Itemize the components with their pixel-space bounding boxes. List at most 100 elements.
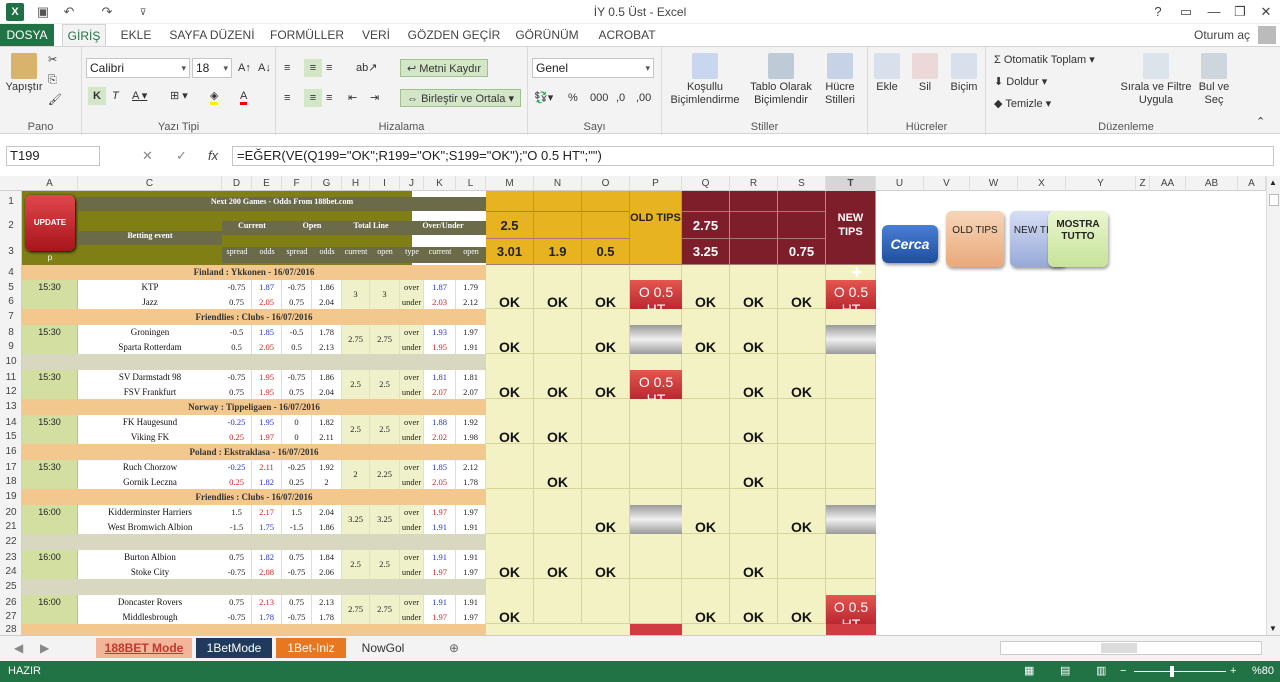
tab-data[interactable]: VERİ (356, 24, 396, 46)
row-header[interactable]: 5 (0, 280, 22, 295)
font-name-combo[interactable]: Calibri (86, 58, 190, 78)
zoom-slider[interactable] (1134, 671, 1226, 672)
scroll-thumb[interactable] (1269, 194, 1279, 206)
merge-center-button[interactable]: ⇔ Birleştir ve Ortala ▾ (400, 89, 521, 107)
maximize-icon[interactable]: ❐ (1226, 2, 1254, 22)
align-top-icon[interactable]: ≡ (284, 59, 290, 77)
fill-button[interactable]: ⬇ Doldur ▾ (994, 73, 1047, 91)
cell-styles-button[interactable]: Hücre Stilleri (814, 53, 866, 107)
row-header[interactable]: 11 (0, 370, 22, 385)
align-left-icon[interactable]: ≡ (284, 89, 290, 107)
fill-color-icon[interactable]: ◈ (210, 87, 219, 105)
update-button[interactable]: UPDATE (25, 195, 75, 251)
paste-button[interactable]: Yapıştır (4, 53, 44, 94)
mostra-tutto-button[interactable]: MOSTRA TUTTO (1048, 211, 1108, 267)
column-header[interactable]: P (630, 176, 682, 191)
font-size-combo[interactable]: 18 (192, 58, 232, 78)
align-right-icon[interactable]: ≡ (326, 89, 332, 107)
row-header[interactable]: 1 (0, 191, 22, 212)
collapse-ribbon-icon[interactable]: ⌃ (1256, 113, 1265, 131)
next-sheet-icon[interactable]: ▶ (40, 638, 49, 658)
font-color-icon[interactable]: A (240, 87, 248, 105)
vertical-scrollbar[interactable]: ▲ ▼ (1266, 176, 1280, 635)
tab-view[interactable]: GÖRÜNÜM (510, 24, 584, 46)
minimize-icon[interactable]: — (1200, 2, 1228, 22)
row-header[interactable]: 17 (0, 460, 22, 475)
shrink-font-icon[interactable]: A↓ (258, 59, 271, 77)
user-avatar-icon[interactable] (1258, 26, 1276, 44)
clear-button[interactable]: ◆ Temizle ▾ (994, 95, 1051, 113)
prev-sheet-icon[interactable]: ◀ (14, 638, 23, 658)
currency-icon[interactable]: 💱▾ (534, 89, 553, 107)
column-header[interactable]: R (730, 176, 778, 191)
normal-view-icon[interactable]: ▦ (1024, 661, 1034, 682)
column-header[interactable]: Y (1066, 176, 1136, 191)
column-header[interactable]: A (1238, 176, 1266, 191)
decrease-decimal-icon[interactable]: ,00 (636, 89, 651, 107)
column-header[interactable]: V (924, 176, 970, 191)
scroll-up-icon[interactable]: ▲ (1269, 178, 1277, 187)
row-header[interactable]: 6 (0, 295, 22, 309)
row-header[interactable]: 15 (0, 430, 22, 444)
tab-review[interactable]: GÖZDEN GEÇİR (404, 24, 504, 46)
increase-indent-icon[interactable]: ⇥ (370, 89, 379, 107)
column-header[interactable]: J (400, 176, 424, 191)
row-header[interactable]: 3 (0, 239, 22, 265)
column-header[interactable]: AB (1186, 176, 1238, 191)
row-header[interactable]: 24 (0, 565, 22, 579)
row-header[interactable]: 9 (0, 340, 22, 354)
tab-page-layout[interactable]: SAYFA DÜZENİ (166, 24, 258, 46)
column-header[interactable]: O (582, 176, 630, 191)
comma-icon[interactable]: 000 (590, 89, 608, 107)
cancel-formula-icon[interactable]: ✕ (142, 148, 153, 164)
bold-icon[interactable]: K (88, 87, 106, 105)
tab-formulas[interactable]: FORMÜLLER (266, 24, 348, 46)
sheet-tab-188bet-mode[interactable]: 188BET Mode (96, 638, 192, 658)
horizontal-scrollbar[interactable] (1000, 641, 1262, 655)
row-header[interactable]: 28 (0, 624, 22, 635)
row-header[interactable]: 7 (0, 309, 22, 325)
percent-icon[interactable]: % (568, 89, 578, 107)
page-break-icon[interactable]: ▥ (1096, 661, 1106, 682)
column-header[interactable]: W (970, 176, 1018, 191)
underline-icon[interactable]: A ▾ (132, 87, 147, 105)
number-format-combo[interactable]: Genel (532, 58, 654, 78)
row-header[interactable]: 4 (0, 265, 22, 280)
autosum-button[interactable]: Σ Otomatik Toplam ▾ (994, 51, 1095, 69)
row-header[interactable]: 13 (0, 399, 22, 415)
delete-cells-button[interactable]: Sil (908, 53, 942, 94)
column-header[interactable]: H (342, 176, 370, 191)
row-header[interactable]: 8 (0, 325, 22, 340)
row-header[interactable]: 21 (0, 520, 22, 534)
add-sheet-icon[interactable]: ⊕ (444, 638, 464, 658)
zoom-in-icon[interactable]: + (1230, 661, 1236, 682)
column-header[interactable]: S (778, 176, 826, 191)
format-as-table-button[interactable]: Tablo Olarak Biçimlendir (748, 53, 814, 107)
tab-insert[interactable]: EKLE (114, 24, 158, 46)
insert-function-icon[interactable]: fx (208, 148, 218, 163)
column-header[interactable]: N (534, 176, 582, 191)
tab-home[interactable]: GİRİŞ (62, 24, 106, 46)
sheet-tab-nowgol[interactable]: NowGol (350, 638, 416, 658)
horizontal-scroll-thumb[interactable] (1101, 643, 1137, 653)
zoom-level[interactable]: %80 (1252, 661, 1274, 682)
close-icon[interactable]: ✕ (1252, 2, 1280, 22)
decrease-indent-icon[interactable]: ⇤ (348, 89, 357, 107)
row-header[interactable]: 19 (0, 489, 22, 505)
sheet-tab-1betmode[interactable]: 1BetMode (196, 638, 272, 658)
zoom-out-icon[interactable]: − (1120, 661, 1126, 682)
conditional-format-button[interactable]: Koşullu Biçimlendirme (662, 53, 748, 107)
help-icon[interactable]: ? (1144, 2, 1172, 22)
column-header[interactable]: M (486, 176, 534, 191)
copy-icon[interactable]: ⎘ (48, 71, 57, 89)
column-header[interactable]: D (222, 176, 252, 191)
row-header[interactable]: 25 (0, 579, 22, 595)
borders-icon[interactable]: ⊞ ▾ (170, 87, 188, 105)
row-header[interactable]: 23 (0, 550, 22, 565)
column-header[interactable]: T (826, 176, 876, 191)
scroll-down-icon[interactable]: ▼ (1269, 624, 1277, 633)
column-header[interactable]: K (424, 176, 456, 191)
name-box[interactable]: T199 (6, 146, 100, 166)
row-header[interactable]: 22 (0, 534, 22, 550)
row-header[interactable]: 12 (0, 385, 22, 399)
